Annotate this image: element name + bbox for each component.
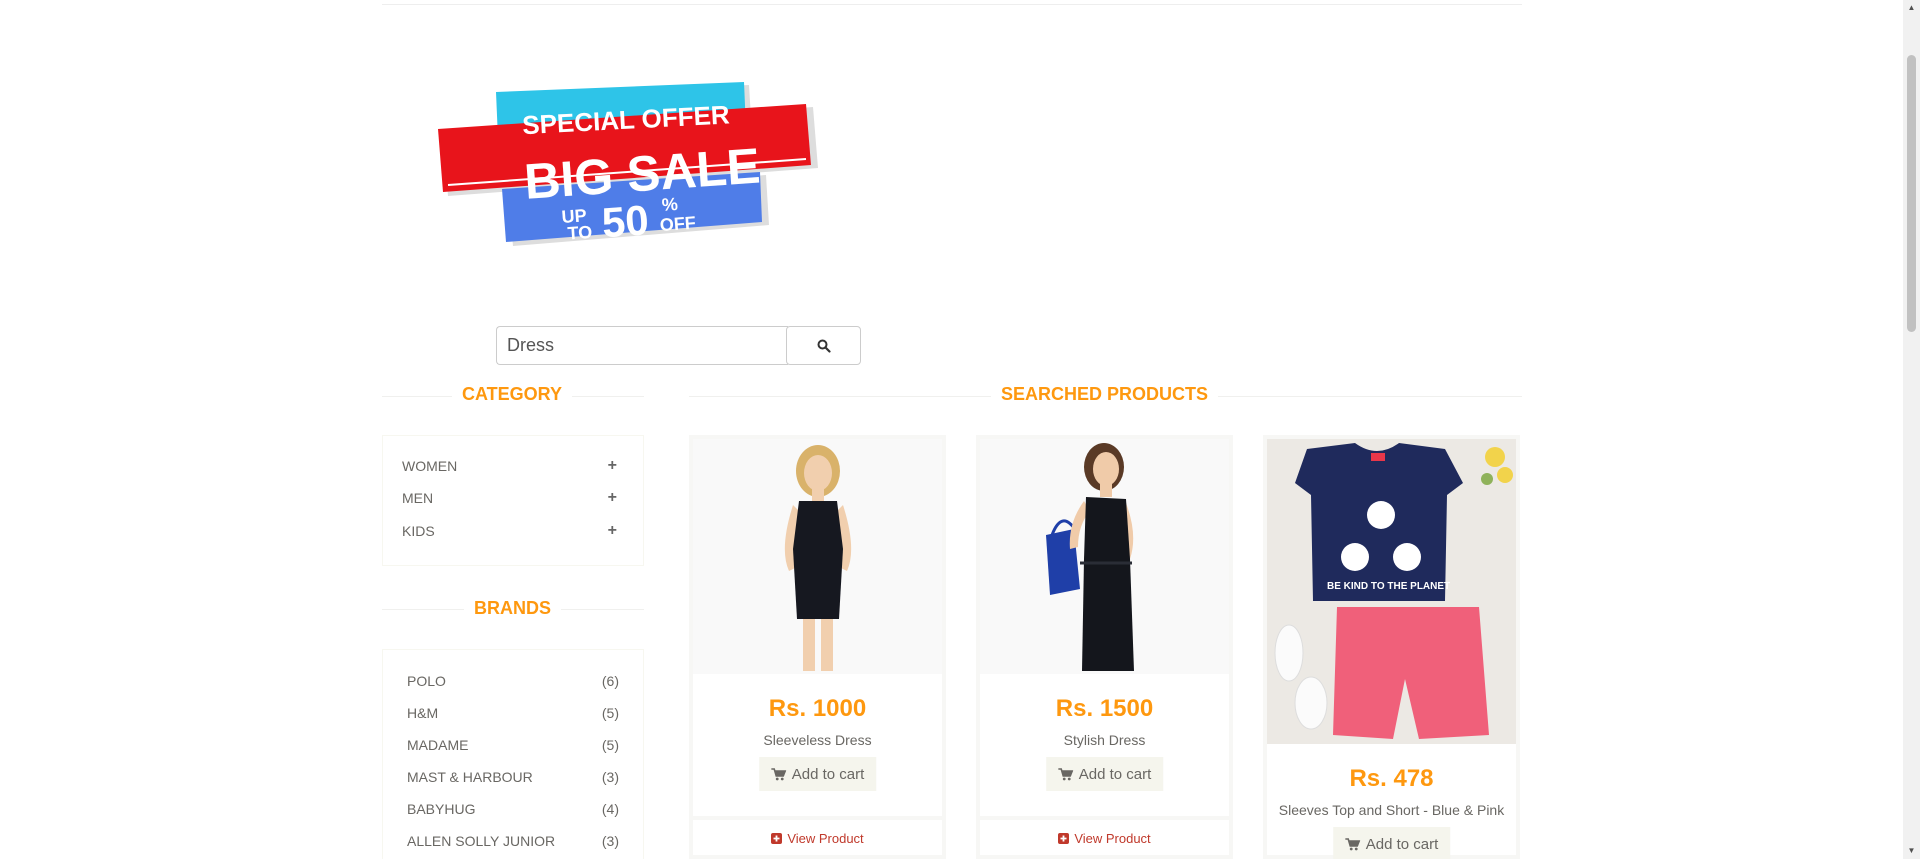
category-panel: WOMEN + MEN + KIDS + [382, 435, 644, 566]
category-label: MEN [402, 490, 434, 506]
banner-to: TO [567, 222, 593, 244]
brand-count: (4) [601, 801, 619, 817]
add-to-cart-button[interactable]: Add to cart [1045, 757, 1164, 791]
brand-count: (5) [601, 705, 619, 721]
plus-square-icon [771, 833, 783, 844]
brand-item-allen-solly-junior[interactable]: ALLEN SOLLY JUNIOR (3) [407, 831, 619, 851]
brand-label: H&M [407, 705, 439, 721]
add-to-cart-label: Add to cart [1078, 765, 1152, 783]
category-title: Category [452, 384, 573, 405]
view-product-link[interactable]: View Product [693, 831, 942, 846]
category-item-women[interactable]: WOMEN + [402, 456, 617, 476]
search-bar [496, 326, 861, 365]
scroll-up-arrow-icon[interactable]: ▲ [1907, 3, 1916, 13]
product-price: Rs. 1500 [1055, 695, 1154, 722]
header-divider [382, 4, 1522, 5]
product-name: Stylish Dress [1063, 732, 1146, 748]
cart-icon [1057, 767, 1073, 780]
view-product-label: View Product [787, 831, 864, 846]
product-name: Sleeves Top and Short - Blue & Pink [1278, 802, 1505, 818]
view-product-label: View Product [1074, 831, 1151, 846]
product-card: Rs. 1000 Sleeveless Dress Add to cart Vi… [689, 435, 946, 859]
cart-icon [770, 767, 786, 780]
brand-label: POLO [407, 673, 446, 689]
card-divider [980, 816, 1229, 820]
search-input[interactable] [496, 326, 788, 365]
category-item-kids[interactable]: KIDS + [402, 521, 617, 541]
add-to-cart-label: Add to cart [1365, 835, 1439, 853]
products-title: Searched Products [991, 384, 1219, 405]
product-name: Sleeveless Dress [763, 732, 872, 748]
banner-pct-sign: % [661, 194, 678, 215]
page-scrollbar[interactable]: ▲ ▼ [1903, 0, 1920, 859]
banner-percent: 50 [600, 196, 650, 246]
brand-count: (5) [601, 737, 619, 753]
brand-item-babyhug[interactable]: BABYHUG (4) [407, 799, 619, 819]
brand-item-hm[interactable]: H&M (5) [407, 703, 619, 723]
product-card: BE KIND TO THE PLANET Rs. 478 Sleeves To… [1263, 435, 1520, 859]
view-product-link[interactable]: View Product [980, 831, 1229, 846]
add-to-cart-button[interactable]: Add to cart [758, 757, 877, 791]
search-icon [817, 339, 831, 353]
scroll-down-arrow-icon[interactable]: ▼ [1907, 846, 1916, 856]
plus-icon[interactable]: + [608, 489, 617, 507]
category-label: WOMEN [402, 458, 458, 474]
brand-count: (3) [601, 833, 619, 849]
sale-banner-graphic: SPECIAL OFFER BIG SALE UP TO 50 % OFF [438, 82, 818, 246]
brands-title: Brands [464, 598, 562, 619]
product-image [693, 439, 942, 674]
add-to-cart-button[interactable]: Add to cart [1332, 827, 1451, 859]
brand-label: MAST & HARBOUR [407, 769, 533, 785]
svg-text:BE KIND TO THE PLANET: BE KIND TO THE PLANET [1327, 581, 1450, 592]
category-label: KIDS [402, 523, 435, 539]
cart-icon [1344, 837, 1360, 850]
card-divider [693, 816, 942, 820]
product-image: BE KIND TO THE PLANET [1267, 439, 1516, 744]
product-price: Rs. 478 [1349, 765, 1434, 792]
plus-square-icon [1058, 833, 1070, 844]
add-to-cart-label: Add to cart [791, 765, 865, 783]
brand-label: ALLEN SOLLY JUNIOR [407, 833, 556, 849]
product-price: Rs. 1000 [768, 695, 867, 722]
search-button[interactable] [786, 326, 861, 365]
product-image [980, 439, 1229, 674]
plus-icon[interactable]: + [608, 522, 617, 540]
brand-item-madame[interactable]: MADAME (5) [407, 735, 619, 755]
plus-icon[interactable]: + [608, 457, 617, 475]
brand-label: BABYHUG [407, 801, 476, 817]
brands-panel: POLO (6) H&M (5) MADAME (5) MAST & HARBO… [382, 649, 644, 859]
category-item-men[interactable]: MEN + [402, 488, 617, 508]
scrollbar-thumb[interactable] [1907, 55, 1916, 332]
product-card: Rs. 1500 Stylish Dress Add to cart View … [976, 435, 1233, 859]
brand-item-polo[interactable]: POLO (6) [407, 671, 619, 691]
brand-count: (6) [601, 673, 619, 689]
banner-off: OFF [659, 213, 696, 235]
brand-item-mast-harbour[interactable]: MAST & HARBOUR (3) [407, 767, 619, 787]
sale-banner[interactable]: SPECIAL OFFER BIG SALE UP TO 50 % OFF [436, 82, 826, 262]
brand-count: (3) [601, 769, 619, 785]
brand-label: MADAME [407, 737, 469, 753]
